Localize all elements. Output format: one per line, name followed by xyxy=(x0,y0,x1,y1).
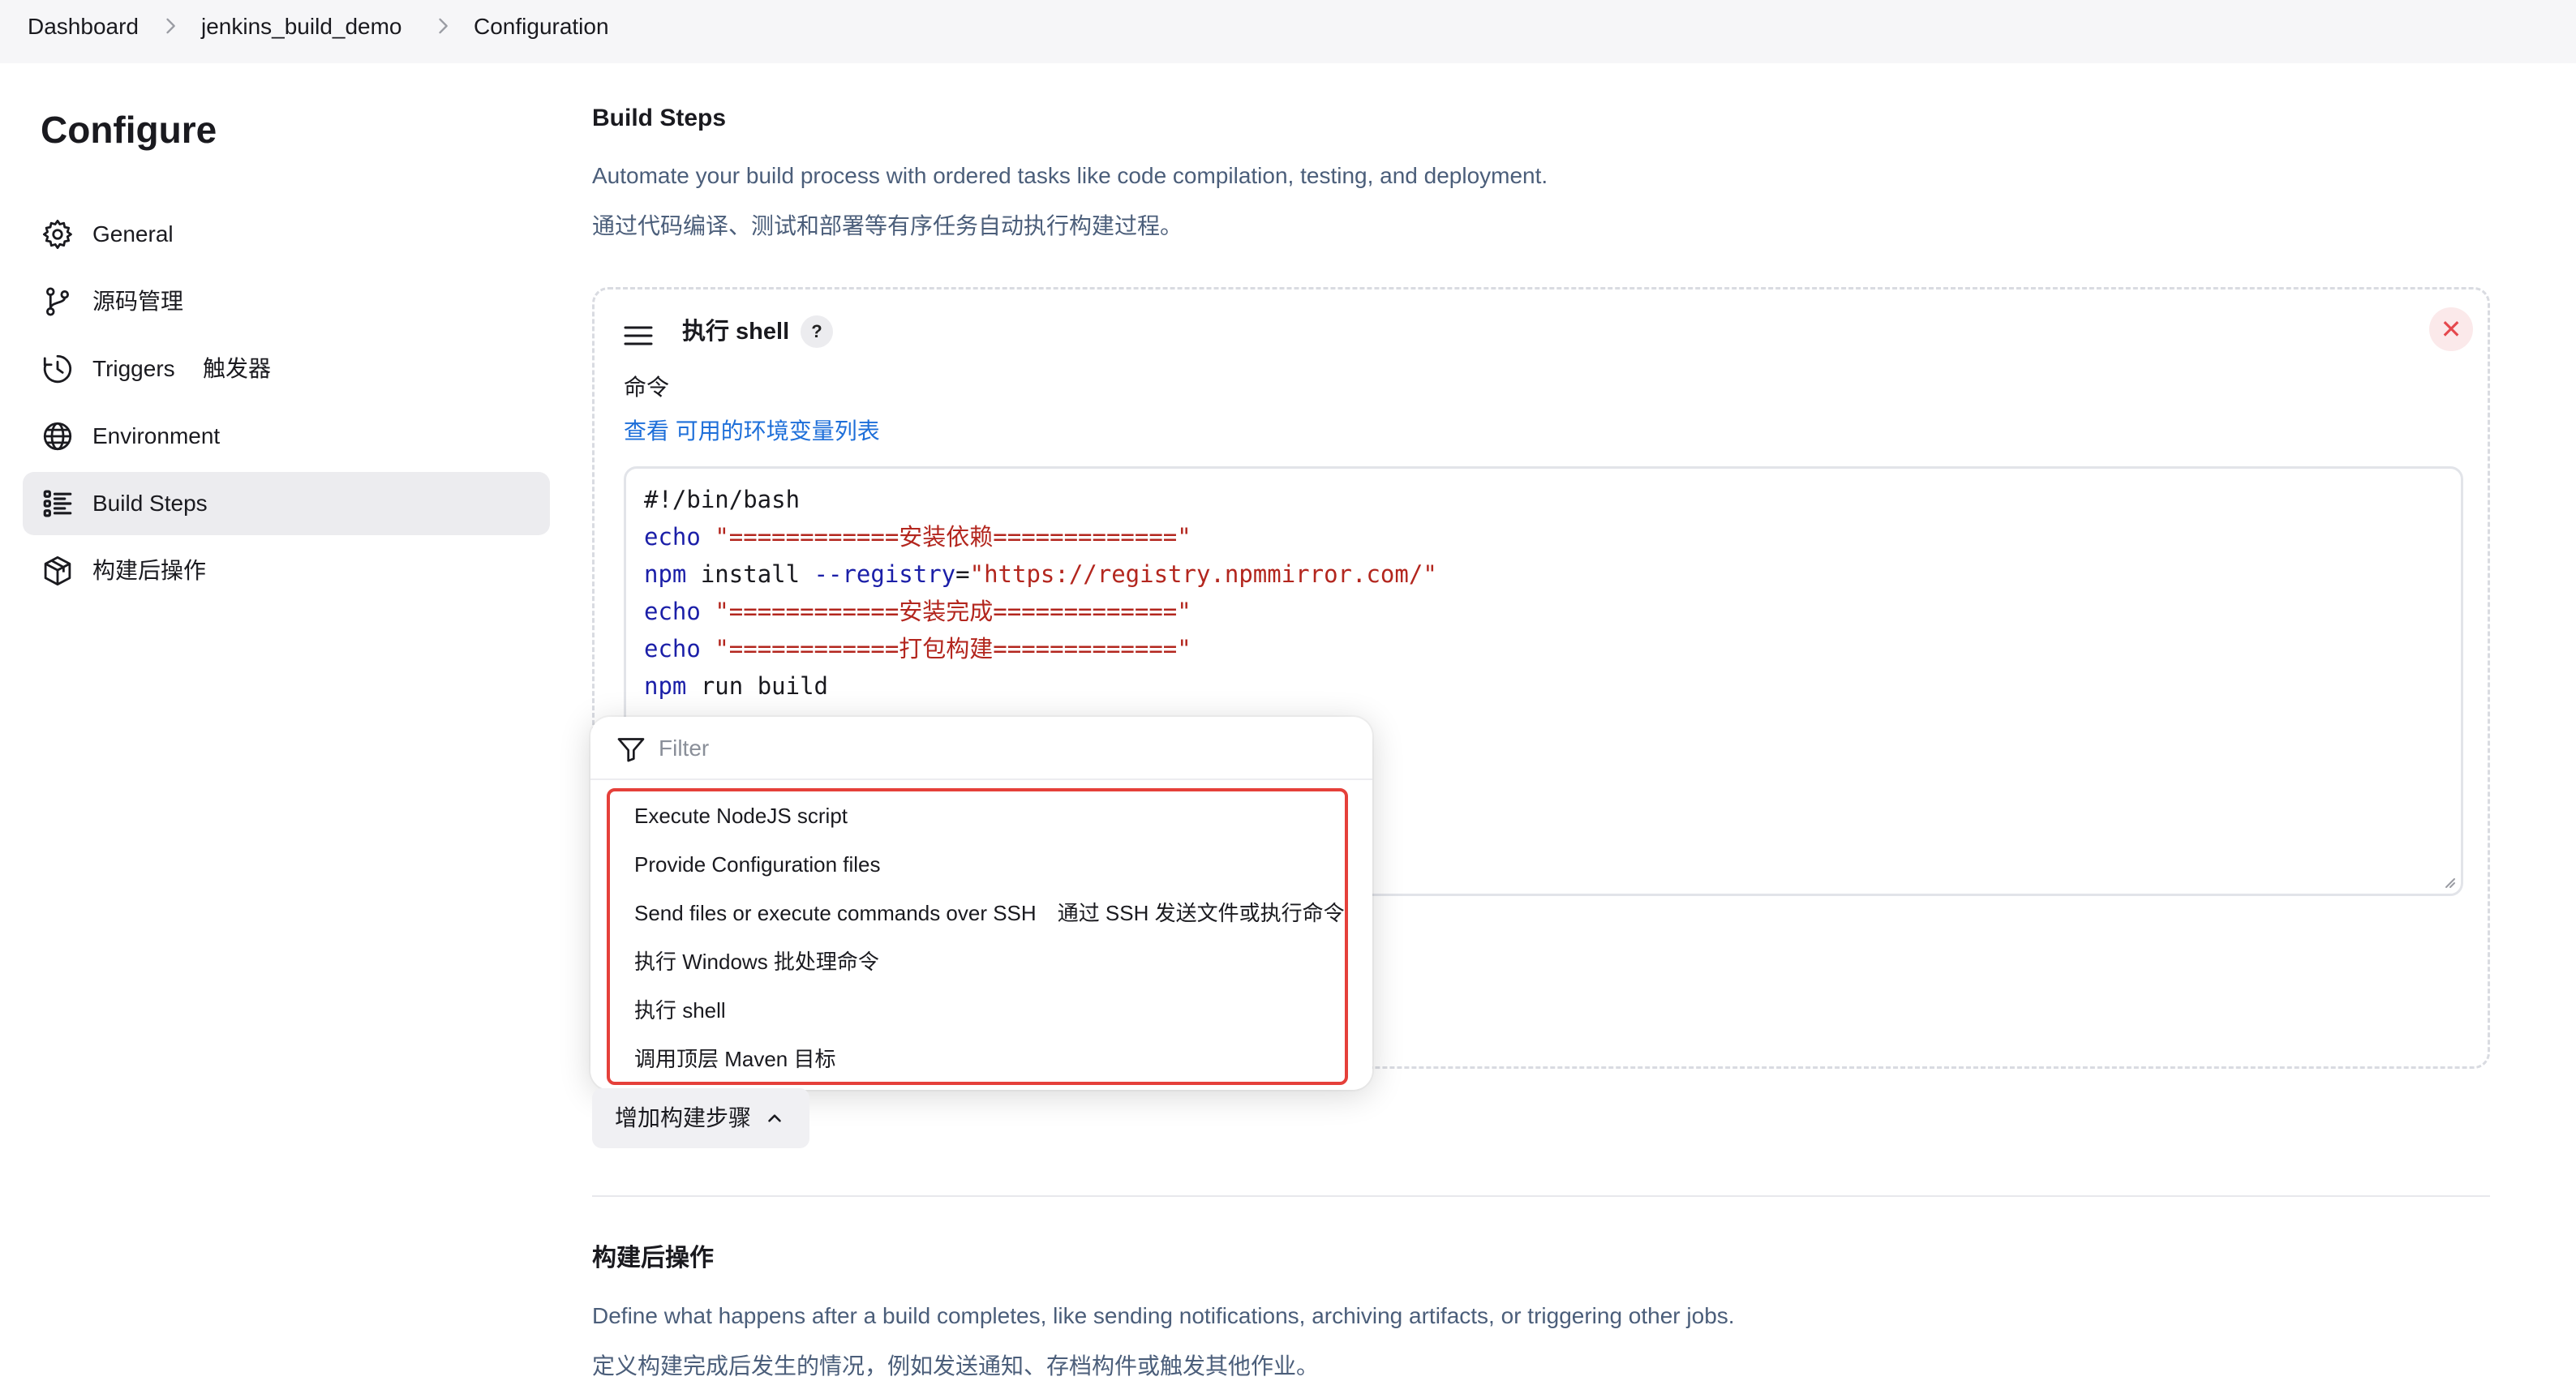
menu-item-windows-batch[interactable]: 执行 Windows 批处理命令 xyxy=(634,947,879,976)
menu-item-label: 执行 Windows 批处理命令 xyxy=(634,950,879,974)
breadcrumb-dashboard[interactable]: Dashboard xyxy=(28,13,139,41)
breadcrumb: Dashboard jenkins_build_demo Configurati… xyxy=(0,0,2576,63)
menu-item-shell[interactable]: 执行 shell xyxy=(634,996,726,1025)
sidebar-item-environment[interactable]: Environment xyxy=(23,405,550,468)
env-vars-hint: 查看 可用的环境变量列表 xyxy=(624,416,880,447)
globe-icon xyxy=(43,422,72,451)
sidebar-item-label: General xyxy=(92,221,174,247)
sidebar-item-label: 源码管理 xyxy=(92,289,184,314)
menu-item-label: 执行 shell xyxy=(634,998,726,1023)
package-icon xyxy=(44,555,71,586)
sidebar-item-scm[interactable]: 源码管理 xyxy=(23,270,550,333)
help-button[interactable]: ? xyxy=(801,315,833,348)
sidebar-item-label: 构建后操作 xyxy=(92,558,207,583)
gear-icon xyxy=(42,219,72,250)
env-vars-prefix: 查看 xyxy=(624,418,676,444)
menu-item-label: Execute NodeJS script xyxy=(634,804,848,828)
menu-item-maven[interactable]: 调用顶层 Maven 目标 xyxy=(634,1044,836,1074)
page-title: Configure xyxy=(41,109,217,151)
section-description-en: Automate your build process with ordered… xyxy=(592,163,1548,188)
code-line: echo "============安装依赖=============" xyxy=(644,523,1191,551)
delete-step-button[interactable]: ✕ xyxy=(2429,307,2473,351)
filter-row xyxy=(590,717,1372,780)
chevron-right-icon xyxy=(166,18,175,34)
menu-item-nodejs[interactable]: Execute NodeJS script xyxy=(634,801,848,830)
code-line: npm run build xyxy=(644,672,828,700)
menu-item-note: 通过 SSH 发送文件或执行命令 xyxy=(1057,901,1345,925)
sidebar-item-build-steps[interactable]: Build Steps xyxy=(23,472,550,535)
list-icon xyxy=(43,490,72,517)
section-divider xyxy=(592,1195,2490,1197)
section-title-build-steps: Build Steps xyxy=(592,105,727,131)
env-vars-link[interactable]: 可用的环境变量列表 xyxy=(676,418,880,444)
sidebar-item-post-build[interactable]: 构建后操作 xyxy=(23,539,550,603)
filter-icon xyxy=(617,738,645,762)
sidebar-item-label: Build Steps xyxy=(92,491,208,516)
git-branch-icon xyxy=(46,287,70,316)
add-build-step-label: 增加构建步骤 xyxy=(615,1105,752,1130)
breadcrumb-configuration[interactable]: Configuration xyxy=(474,13,609,41)
section-description-cn: 通过代码编译、测试和部署等有序任务自动执行构建过程。 xyxy=(592,213,1183,238)
add-build-step-button[interactable]: 增加构建步骤 xyxy=(592,1088,809,1148)
chevron-right-icon xyxy=(439,18,448,34)
section-title-post-build: 构建后操作 xyxy=(592,1245,714,1271)
sidebar-item-label: Environment xyxy=(92,423,221,448)
menu-item-config-files[interactable]: Provide Configuration files xyxy=(634,850,881,879)
filter-input[interactable] xyxy=(659,730,1324,767)
post-build-description-en: Define what happens after a build comple… xyxy=(592,1303,1735,1328)
clock-icon xyxy=(43,354,72,384)
resize-handle-icon[interactable] xyxy=(2440,873,2456,889)
sidebar-item-general[interactable]: General xyxy=(23,203,550,266)
drag-handle-icon[interactable] xyxy=(624,325,653,346)
chevron-up-icon xyxy=(768,1114,781,1122)
code-line: echo "============安装完成=============" xyxy=(644,598,1191,625)
menu-item-label: Provide Configuration files xyxy=(634,852,881,877)
menu-item-label: Send files or execute commands over SSH xyxy=(634,901,1037,925)
code-line: echo "============打包构建=============" xyxy=(644,635,1191,663)
post-build-description-cn: 定义构建完成后发生的情况，例如发送通知、存档构件或触发其他作业。 xyxy=(592,1353,1320,1379)
build-step-title: 执行 shell xyxy=(682,319,790,345)
add-step-dropdown: Execute NodeJS script Provide Configurat… xyxy=(590,717,1372,1090)
command-label: 命令 xyxy=(624,375,670,400)
code-line: #!/bin/bash xyxy=(644,486,801,513)
sidebar-item-triggers[interactable]: Triggers 触发器 xyxy=(23,337,550,401)
step-type-menu: Execute NodeJS script Provide Configurat… xyxy=(607,788,1348,1085)
sidebar-item-label: Triggers xyxy=(92,356,175,381)
code-line: npm install --registry="https://registry… xyxy=(644,560,1437,588)
menu-item-ssh[interactable]: Send files or execute commands over SSH 通… xyxy=(634,898,1345,928)
menu-item-label: 调用顶层 Maven 目标 xyxy=(634,1047,836,1071)
sidebar-item-label-cn: 触发器 xyxy=(203,356,272,381)
breadcrumb-job[interactable]: jenkins_build_demo xyxy=(201,13,402,41)
